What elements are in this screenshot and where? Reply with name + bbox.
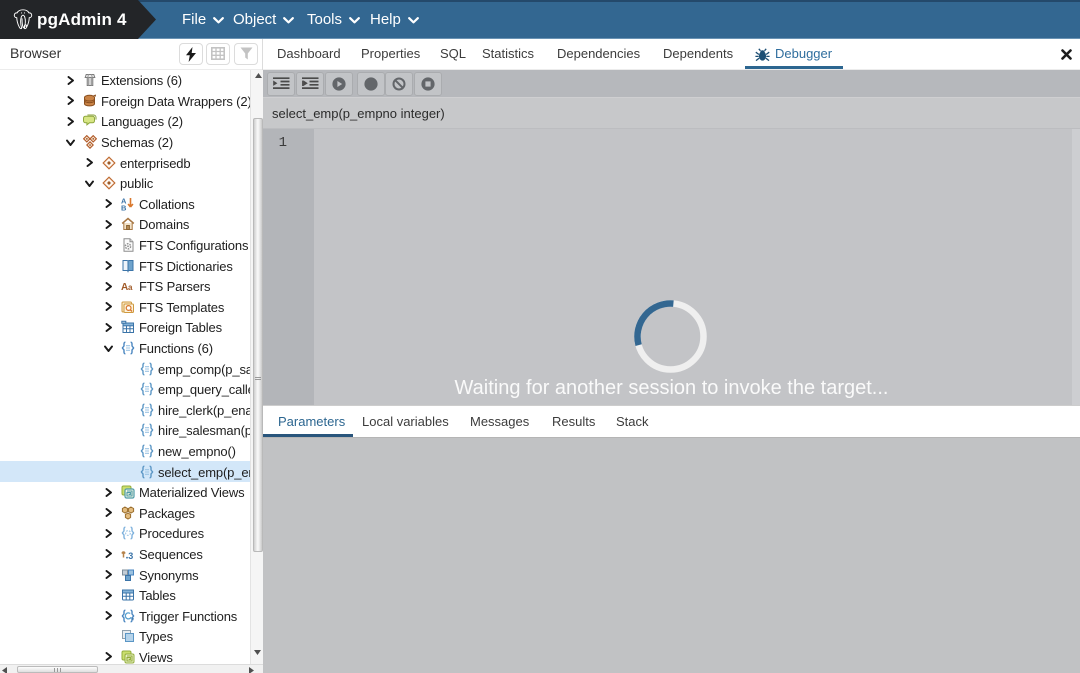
svg-text:3: 3: [128, 551, 133, 561]
svg-text:B: B: [121, 203, 127, 211]
svg-text:a: a: [128, 283, 133, 292]
